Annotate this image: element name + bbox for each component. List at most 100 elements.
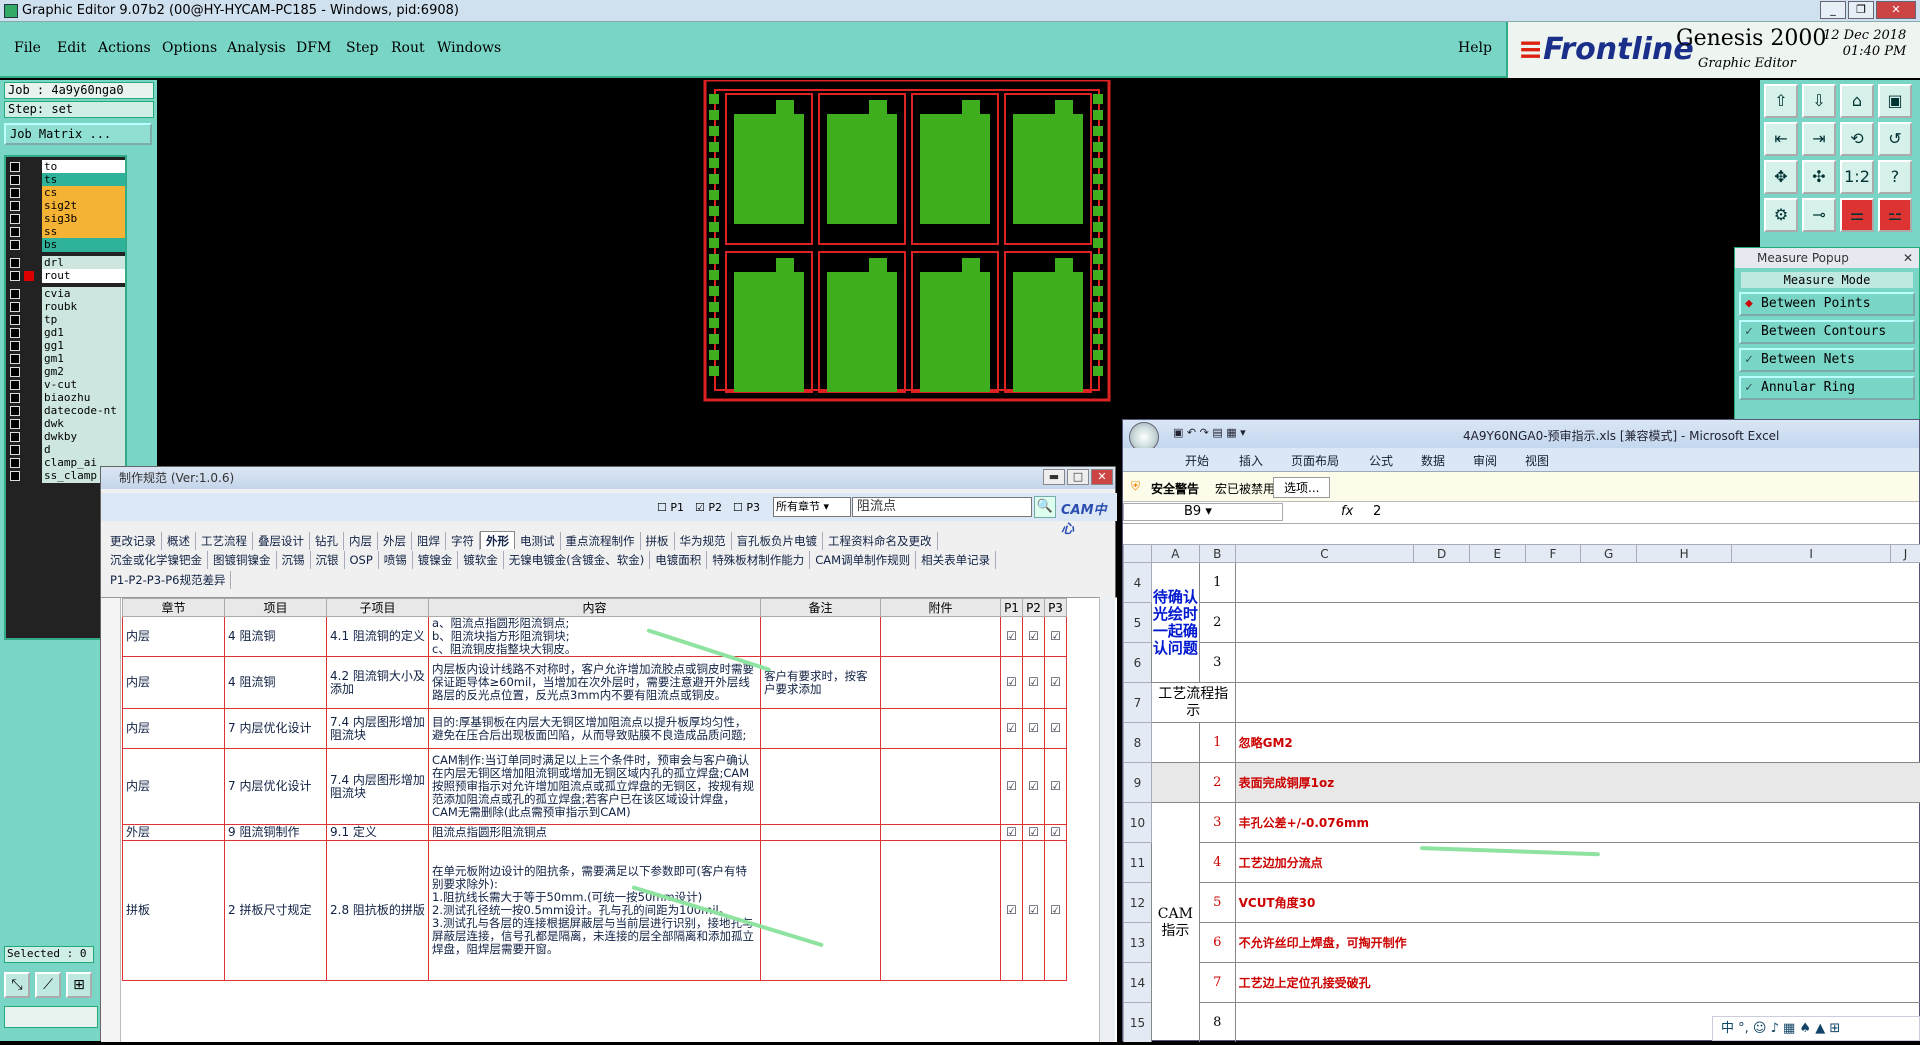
layer-name[interactable]: sig3b [42,212,125,226]
item-number[interactable]: 6 [1199,923,1235,963]
search-icon[interactable]: 🔍 [1034,496,1056,518]
layer-checkbox[interactable] [10,188,20,198]
p1-checkbox[interactable]: ☐ P1 [657,501,684,514]
column-header[interactable]: 章节 [123,599,225,617]
p-checkbox[interactable]: ☑ [1045,825,1067,841]
item-number[interactable]: 5 [1199,883,1235,923]
chapter-select[interactable]: 所有章节 ▾ [773,497,851,517]
spec-tab[interactable]: 阻焊 [412,532,446,550]
layer-row[interactable]: sig2t [8,199,125,213]
layer-row[interactable]: gm1 [8,352,125,366]
layer-row[interactable]: gd1 [8,326,125,340]
row-header[interactable]: 9 [1124,763,1152,803]
layer-row[interactable]: to [8,160,125,174]
item-number[interactable]: 1 [1199,723,1235,763]
pan-left-icon[interactable]: ⇤ [1764,122,1798,156]
layer-checkbox[interactable] [10,162,20,172]
column-header[interactable]: P3 [1045,599,1067,617]
p3-checkbox[interactable]: ☐ P3 [733,501,760,514]
spec-close-button[interactable]: ✕ [1091,469,1113,485]
layer-row[interactable]: roubk [8,300,125,314]
layer-row[interactable]: sig3b [8,212,125,226]
p-checkbox[interactable]: ☑ [1045,749,1067,825]
item-number[interactable]: 7 [1199,963,1235,1003]
layer-checkbox[interactable] [10,341,20,351]
layer-name[interactable]: d [42,443,125,457]
menu-step[interactable]: Step [346,40,378,56]
column-header[interactable]: B [1199,545,1235,563]
p-checkbox[interactable]: ☑ [1001,841,1023,981]
layer-name[interactable]: ts [42,173,125,187]
sheet-row[interactable]: 81忽略GM2 [1124,723,1920,763]
spec-tab[interactable]: P1-P2-P3-P6规范差异 [105,571,231,589]
layer-checkbox[interactable] [10,201,20,211]
layer-name[interactable]: gm1 [42,352,125,366]
row-header[interactable]: 13 [1124,923,1152,963]
column-header[interactable]: 内容 [429,599,761,617]
column-header[interactable]: P2 [1023,599,1045,617]
p-checkbox[interactable]: ☑ [1023,657,1045,709]
layer-checkbox[interactable] [10,432,20,442]
layer-row[interactable]: bs [8,238,125,252]
p-checkbox[interactable]: ☑ [1023,841,1045,981]
layer-row[interactable]: biaozhu [8,391,125,405]
row-header[interactable]: 15 [1124,1003,1152,1043]
command-input[interactable] [4,1006,98,1028]
layer-row[interactable]: cs [8,186,125,200]
spec-tab[interactable]: 无镍电镀金(含镀金、软金) [504,551,650,569]
row-header[interactable]: 4 [1124,563,1152,603]
table-row[interactable]: 拼板2 拼板尺寸规定2.8 阻抗板的拼版在单元板附边设计的阻抗条，需要满足以下参… [123,841,1067,981]
layer-checkbox[interactable] [10,419,20,429]
layer-name[interactable]: roubk [42,300,125,314]
row-header[interactable]: 12 [1124,883,1152,923]
layer-name[interactable]: dwk [42,417,125,431]
zoom-center-icon[interactable]: ✣ [1802,160,1836,194]
column-header[interactable]: 项目 [225,599,327,617]
options-button[interactable]: 选项... [1273,477,1330,498]
measure-tool-icon[interactable]: ⟋ [35,972,61,998]
close-icon[interactable]: ✕ [1903,248,1913,268]
close-button[interactable]: ✕ [1876,1,1916,19]
instruction-cell[interactable]: 丰孔公差+/-0.076mm [1235,803,1920,843]
column-header[interactable]: 附件 [881,599,1001,617]
spec-tab[interactable]: 沉银 [311,551,345,569]
menu-options[interactable]: Options [162,40,217,56]
instruction-cell[interactable]: 工艺边上定位孔接受破孔 [1235,963,1920,1003]
spec-tab[interactable]: OSP [345,551,379,569]
spec-tab[interactable]: 拼板 [641,532,675,550]
pan-down-icon[interactable]: ⇩ [1802,84,1836,118]
cell[interactable] [1151,763,1199,803]
sheet-row[interactable]: 63 [1124,643,1920,683]
layer-name[interactable]: cvia [42,287,125,301]
layer-name[interactable]: ss [42,225,125,239]
menu-edit[interactable]: Edit [57,40,86,56]
layer-name[interactable]: rout [42,269,125,283]
layer-row[interactable]: d [8,443,125,457]
spec-tab[interactable]: 特殊板材制作能力 [707,551,810,569]
layer-row[interactable]: ss [8,225,125,239]
table-row[interactable]: 内层4 阻流铜4.2 阻流铜大小及添加内层板内设计线路不对称时，客户允许增加流胶… [123,657,1067,709]
table-row[interactable]: 内层4 阻流铜4.1 阻流铜的定义a、阻流点指圆形阻流铜点; b、阻流块指方形阻… [123,617,1067,657]
row-header[interactable]: 6 [1124,643,1152,683]
p-checkbox[interactable]: ☑ [1023,825,1045,841]
ribbon-tab-data[interactable]: 数据 [1421,452,1445,469]
instruction-cell[interactable]: 工艺边加分流点 [1235,843,1920,883]
spec-maximize-button[interactable]: □ [1067,469,1089,485]
spec-tab[interactable]: 重点流程制作 [561,532,641,550]
excel-grid[interactable]: ABCDEFGHIJ4待确认光绘时一起确认问题152637工艺流程指示81忽略G… [1123,544,1920,1042]
snap-icon[interactable]: ⊸ [1802,198,1836,232]
layer-name[interactable]: gd1 [42,326,125,340]
home-icon[interactable]: ⌂ [1840,84,1874,118]
instruction-cell[interactable] [1235,683,1920,723]
spec-tab[interactable]: 工艺流程 [196,532,253,550]
layer-row[interactable]: v-cut [8,378,125,392]
sheet-row[interactable]: 10CAM指示3丰孔公差+/-0.076mm [1124,803,1920,843]
layer-row[interactable]: rout [8,269,125,283]
layer-checkbox[interactable] [10,258,20,268]
row-header[interactable]: 5 [1124,603,1152,643]
layer-checkbox[interactable] [10,406,20,416]
grid-tool-icon[interactable]: ⊞ [66,972,92,998]
column-header[interactable]: 子项目 [327,599,429,617]
instruction-cell[interactable] [1235,603,1920,643]
layer-name[interactable]: biaozhu [42,391,125,405]
